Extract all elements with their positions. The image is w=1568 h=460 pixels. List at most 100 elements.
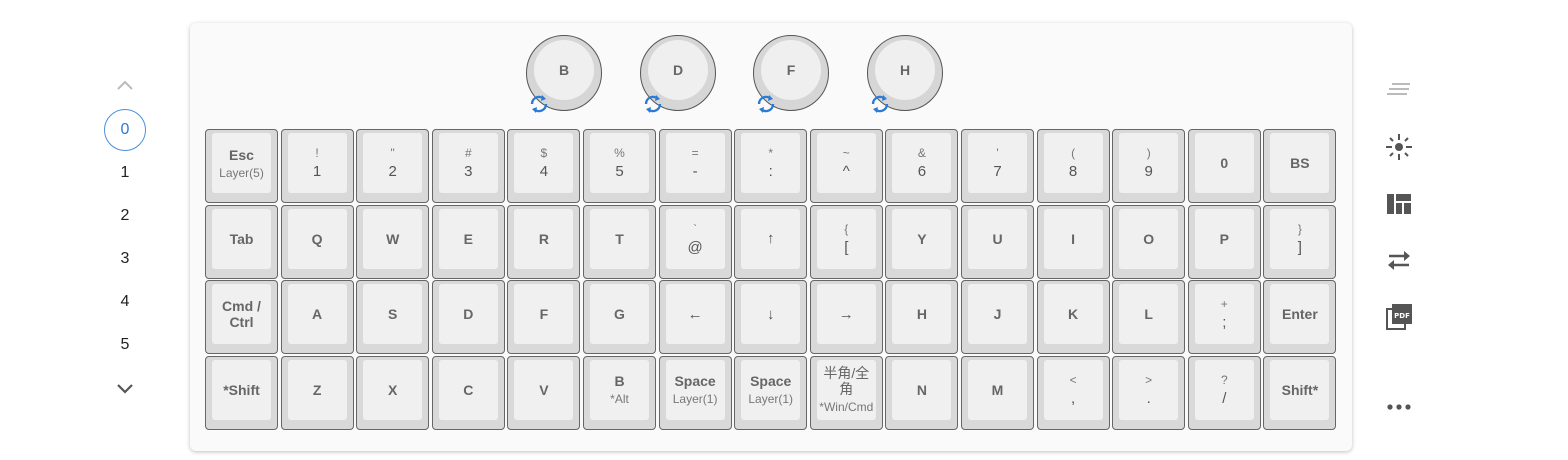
key-r3c2[interactable]: A — [280, 280, 354, 355]
key-r4c11[interactable]: M — [961, 355, 1034, 430]
key-r4c1[interactable]: *Shift — [205, 355, 278, 430]
layer-5[interactable]: 5 — [104, 324, 146, 366]
key-r1c7[interactable]: = - — [658, 129, 732, 203]
keycap: Tab — [212, 208, 271, 269]
rotate-icon[interactable] — [526, 91, 552, 117]
key-r1c14[interactable]: 0 — [1187, 129, 1261, 203]
key-r2c8[interactable]: ↑ — [734, 204, 808, 279]
key-r2c5[interactable]: R — [507, 204, 581, 279]
key-r3c12[interactable]: K — [1036, 280, 1110, 355]
keycap: & 6 — [892, 133, 952, 193]
key-r3c7[interactable]: ← — [658, 280, 732, 355]
key-r1c15[interactable]: BS — [1263, 129, 1337, 203]
keycap: ` @ — [665, 208, 725, 269]
key-r1c10[interactable]: & 6 — [885, 129, 959, 203]
key-r4c9[interactable]: 半角/全角 *Win/Cmd — [809, 355, 883, 430]
keycap: $4 — [514, 133, 574, 193]
key-r3c11[interactable]: J — [961, 280, 1034, 355]
key-r1c4[interactable]: #3 — [431, 129, 505, 203]
keycap: O — [1119, 208, 1179, 269]
key-r2c13[interactable]: O — [1112, 204, 1186, 279]
key-r1c2[interactable]: ! 1 — [280, 129, 354, 203]
key-legend: R — [538, 230, 549, 247]
key-r3c1[interactable]: Cmd / Ctrl — [205, 280, 278, 355]
layer-up-icon[interactable] — [114, 74, 136, 96]
key-legend: I — [1071, 230, 1076, 247]
key-r1c6[interactable]: % 5 — [583, 129, 656, 203]
key-r3c13[interactable]: L — [1112, 280, 1186, 355]
key-legend: 9 — [1144, 163, 1153, 180]
key-r2c10[interactable]: Y — [885, 204, 959, 279]
key-r3c4[interactable]: D — [431, 280, 505, 355]
notes-icon[interactable] — [1380, 71, 1418, 109]
key-r4c5[interactable]: V — [507, 355, 581, 430]
keycap: +; — [1194, 284, 1254, 345]
key-r1c8[interactable]: *: — [734, 129, 808, 203]
key-r1c11[interactable]: ' 7 — [961, 129, 1034, 203]
key-r2c4[interactable]: E — [431, 204, 505, 279]
key-r3c3[interactable]: S — [356, 280, 430, 355]
pdf-icon[interactable]: PDF — [1380, 298, 1418, 336]
key-r4c12[interactable]: <, — [1036, 355, 1110, 430]
layer-1[interactable]: 1 — [104, 152, 146, 194]
rotate-icon[interactable] — [867, 91, 893, 117]
key-r4c10[interactable]: N — [885, 355, 959, 430]
key-r4c4[interactable]: C — [431, 355, 505, 430]
key-r2c7[interactable]: ` @ — [658, 204, 732, 279]
keycap: E — [438, 208, 498, 269]
key-r2c1[interactable]: Tab — [205, 204, 278, 279]
key-r4c13[interactable]: >. — [1112, 355, 1186, 430]
key-legend: J — [993, 306, 1002, 323]
layer-4[interactable]: 4 — [104, 281, 146, 323]
key-r4c3[interactable]: X — [356, 355, 430, 430]
key-r2c12[interactable]: I — [1036, 204, 1110, 279]
keycap: V — [514, 359, 574, 420]
encoder-1[interactable]: B — [526, 35, 602, 113]
key-legend: ^ — [842, 163, 850, 180]
key-r1c5[interactable]: $4 — [507, 129, 581, 203]
key-r3c5[interactable]: F — [507, 280, 581, 355]
key-r3c14[interactable]: +; — [1187, 280, 1261, 355]
key-legend: 3 — [464, 163, 473, 180]
key-r4c6[interactable]: B *Alt — [583, 355, 656, 430]
key-r1c13[interactable]: ) 9 — [1112, 129, 1186, 203]
layer-2[interactable]: 2 — [104, 195, 146, 237]
key-r2c11[interactable]: U — [961, 204, 1034, 279]
key-r2c9[interactable]: {[ — [809, 204, 883, 279]
key-r4c14[interactable]: ? / — [1187, 355, 1261, 430]
key-r3c10[interactable]: H — [885, 280, 959, 355]
key-r4c15[interactable]: Shift* — [1263, 355, 1337, 430]
more-icon[interactable] — [1380, 388, 1418, 426]
key-r2c15[interactable]: }] — [1263, 204, 1337, 279]
key-r4c7[interactable]: Space Layer(1) — [658, 355, 732, 430]
swap-icon[interactable] — [1380, 241, 1418, 279]
key-r2c2[interactable]: Q — [280, 204, 354, 279]
brightness-icon[interactable] — [1380, 128, 1418, 166]
key-r3c8[interactable]: ↓ — [734, 280, 808, 355]
key-r2c14[interactable]: P — [1187, 204, 1261, 279]
layer-down-icon[interactable] — [114, 378, 136, 400]
layer-3[interactable]: 3 — [104, 238, 146, 280]
encoder-4[interactable]: H — [867, 35, 943, 113]
key-r4c2[interactable]: Z — [280, 355, 354, 430]
rotate-icon[interactable] — [753, 91, 779, 117]
rotate-icon[interactable] — [640, 91, 666, 117]
key-legend: Shift* — [1281, 381, 1319, 398]
key-r3c6[interactable]: G — [583, 280, 656, 355]
key-r1c3[interactable]: " 2 — [356, 129, 430, 203]
layout-icon[interactable] — [1380, 185, 1418, 223]
key-r1c1[interactable]: Esc Layer(5) — [205, 129, 278, 203]
key-legend: W — [386, 230, 400, 247]
key-r1c12[interactable]: (8 — [1036, 129, 1110, 203]
key-r2c3[interactable]: W — [356, 204, 430, 279]
key-legend: A — [312, 306, 323, 323]
encoder-3[interactable]: F — [753, 35, 829, 113]
key-r3c9[interactable]: → — [809, 280, 883, 355]
layer-0[interactable]: 0 — [104, 109, 146, 151]
key-r3c15[interactable]: Enter — [1263, 280, 1337, 355]
key-r1c9[interactable]: ~ ^ — [809, 129, 883, 203]
key-r2c6[interactable]: T — [583, 204, 656, 279]
encoder-2[interactable]: D — [640, 35, 716, 113]
keycap: X — [363, 359, 423, 420]
key-r4c8[interactable]: Space Layer(1) — [734, 355, 808, 430]
